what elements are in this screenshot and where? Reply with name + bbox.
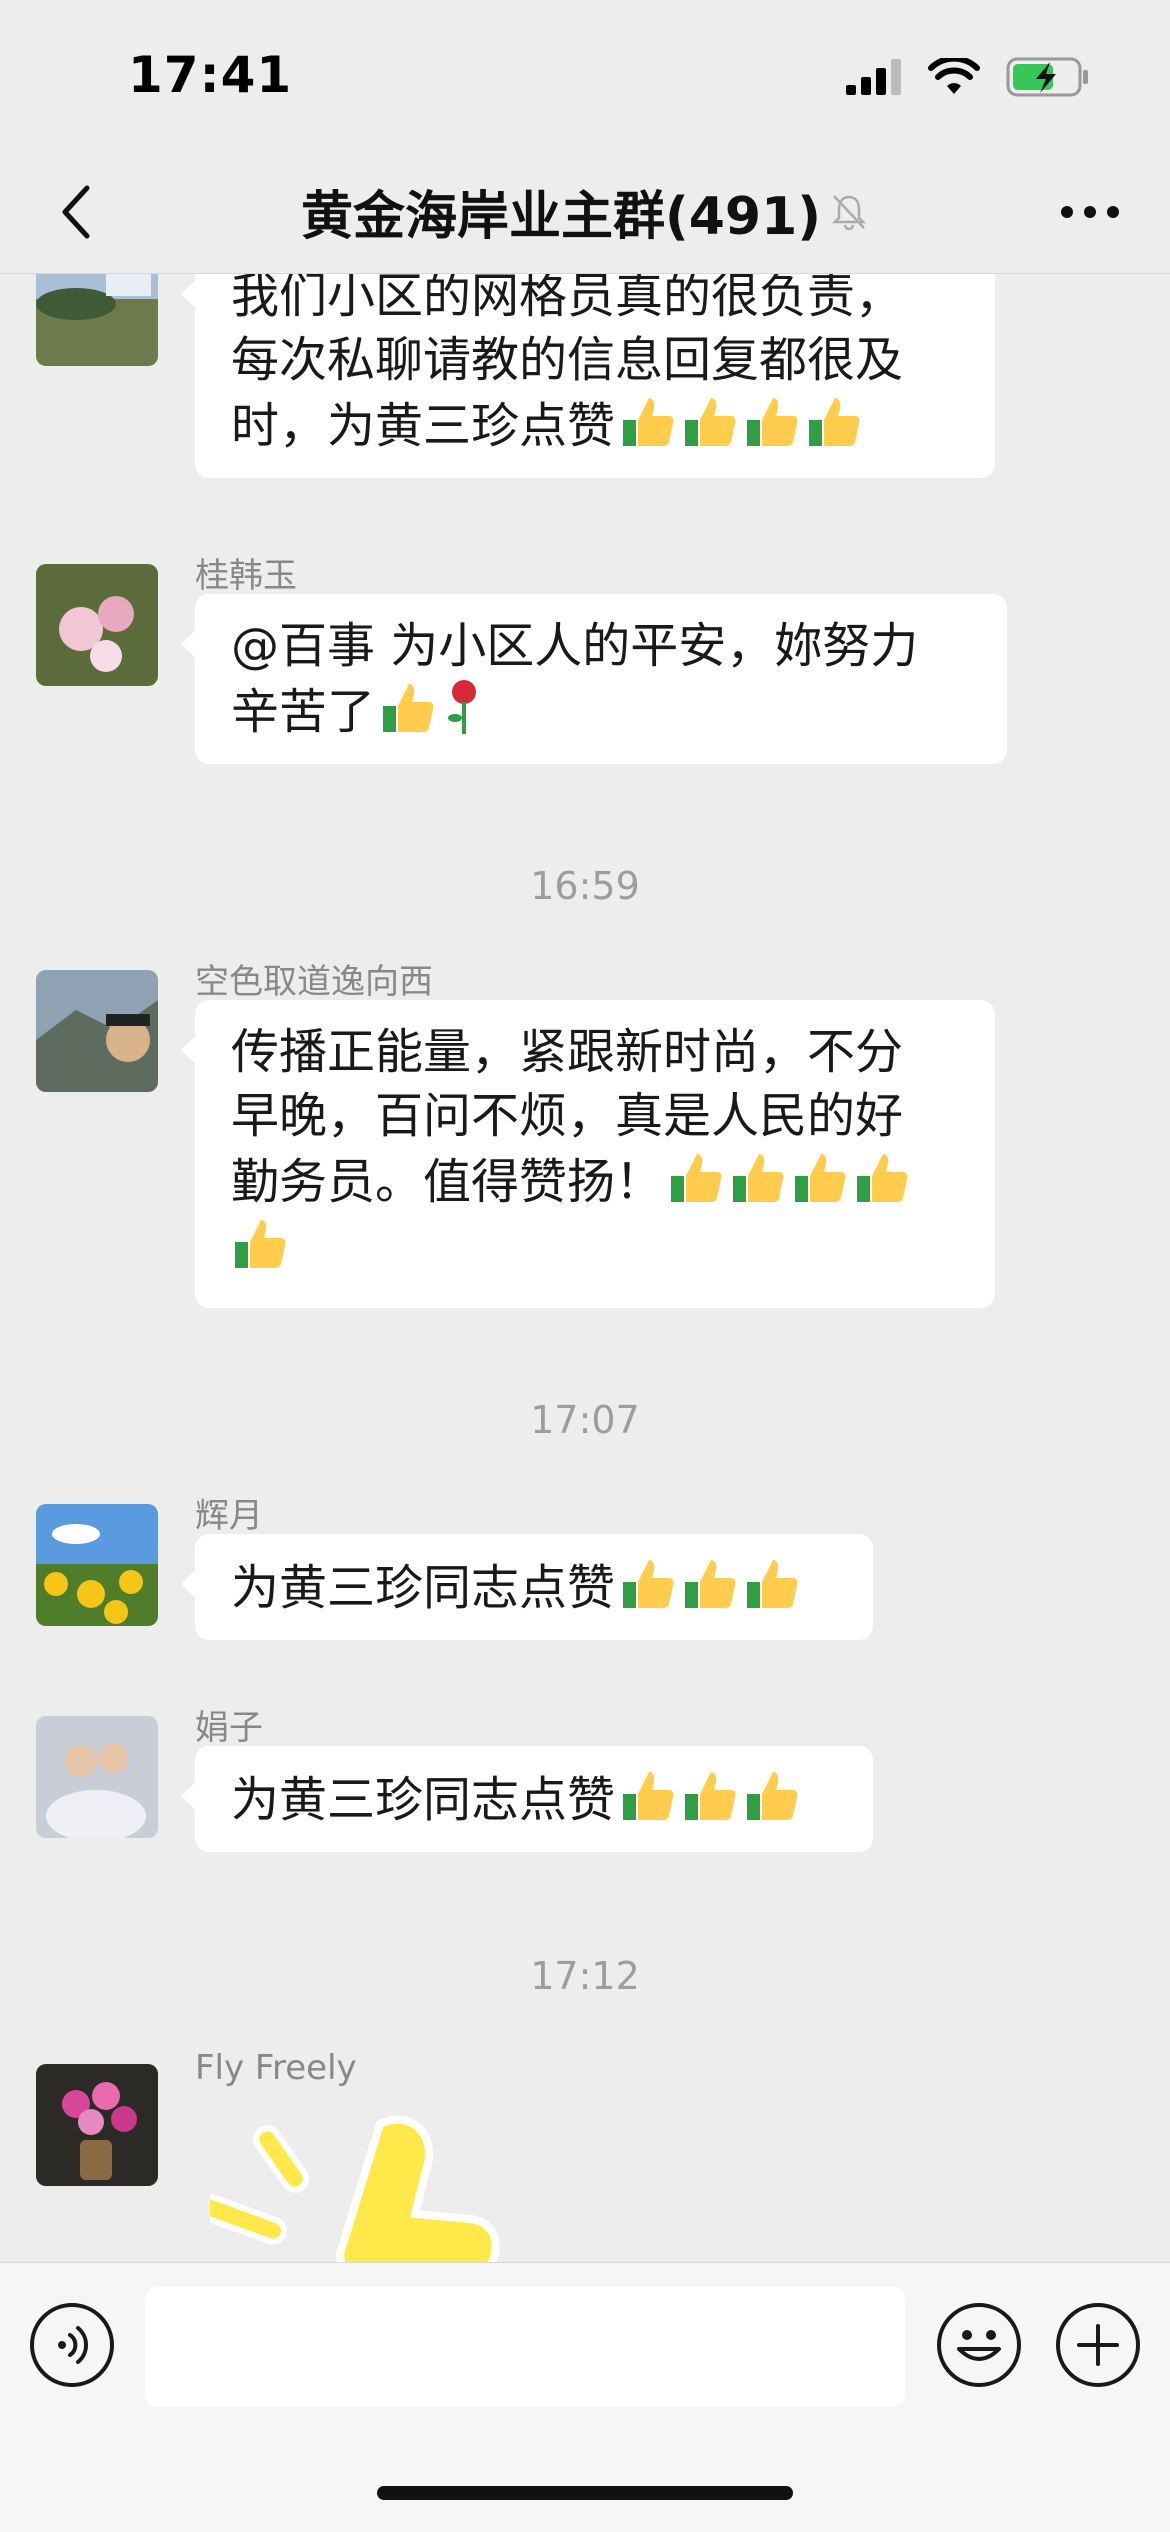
thumbs-up-icon: [747, 1772, 798, 1820]
message-line-wrap: 辛苦了: [231, 678, 971, 744]
thumbs-up-icon: [809, 398, 860, 446]
thumbs-up-icon: [733, 1154, 784, 1202]
message-bubble[interactable]: 为黄三珍同志点赞: [181, 1534, 873, 1640]
nav-bar: 黄金海岸业主群(491): [0, 150, 1170, 274]
emoji-button[interactable]: [937, 2303, 1021, 2387]
emoji-row: [619, 1766, 801, 1824]
plus-button[interactable]: [1056, 2303, 1140, 2387]
sender-name: 辉月: [195, 1496, 263, 1536]
voice-button[interactable]: [30, 2303, 114, 2387]
thumbs-up-icon: [747, 1560, 798, 1608]
emoji-row: [667, 1148, 911, 1206]
sender-name: Fly Freely: [195, 2048, 357, 2088]
emoji-line: [231, 1214, 959, 1288]
message-bubble[interactable]: 我们小区的网格员真的很负责， 每次私聊请教的信息回复都很及 时，为黄三珍点赞: [181, 274, 995, 478]
message-line-wrap: 时，为黄三珍点赞: [231, 392, 959, 458]
thumbs-up-icon: [685, 1560, 736, 1608]
avatar[interactable]: [36, 274, 158, 366]
more-dots-icon: [1061, 206, 1119, 218]
message-line-wrap: 勤务员。值得赞扬！: [231, 1148, 959, 1214]
message-line: 勤务员。值得赞扬！: [231, 1154, 664, 1210]
timestamp: 17:12: [530, 1954, 640, 1998]
status-icons: [846, 56, 1090, 98]
nav-title-wrap: 黄金海岸业主群(491): [0, 174, 1170, 249]
message-text: 为黄三珍同志点赞: [231, 1772, 616, 1828]
thumbs-up-icon: [857, 1154, 908, 1202]
chat-screen: 17:41 黄金海岸业主群(491) 我们小区的网格员真的很负责， 每次私聊请教…: [0, 0, 1170, 2532]
sender-name: 空色取道逸向西: [195, 962, 433, 1002]
group-title: 黄金海岸业主群(491): [300, 187, 822, 247]
plus-icon: [1077, 2324, 1119, 2366]
message-bubble[interactable]: 传播正能量，紧跟新时尚，不分 早晚，百问不烦，真是人民的好 勤务员。值得赞扬！: [181, 1000, 995, 1308]
avatar[interactable]: [36, 564, 158, 686]
avatar[interactable]: [36, 1716, 158, 1838]
timestamp: 17:07: [530, 1398, 640, 1442]
emoji-row: [619, 1554, 801, 1612]
message-line: 传播正能量，紧跟新时尚，不分: [231, 1024, 904, 1080]
message-bubble[interactable]: @百事 为小区人的平安，妳努力 辛苦了: [181, 594, 1007, 764]
message-line: @百事 为小区人的平安，妳努力: [231, 618, 919, 674]
wifi-icon: [928, 58, 980, 94]
smiley-icon: [957, 2330, 1001, 2361]
thumbs-up-icon: [623, 398, 674, 446]
emoji-row: [619, 392, 863, 450]
cellular-signal-icon: [846, 59, 901, 95]
thumbs-up-icon: [747, 398, 798, 446]
thumbs-up-icon: [671, 1154, 722, 1202]
thumbs-up-icon: [623, 1772, 674, 1820]
message-line: 辛苦了: [231, 684, 376, 740]
message-line: 时，为黄三珍点赞: [231, 398, 616, 454]
thumbs-up-icon: [685, 398, 736, 446]
thumbs-up-icon: [235, 1220, 286, 1268]
battery-charging-icon: [1006, 57, 1088, 97]
message-line: 早晚，百问不烦，真是人民的好: [231, 1088, 904, 1144]
message-line: 每次私聊请教的信息回复都很及: [231, 332, 904, 388]
status-bar: 17:41: [0, 0, 1170, 150]
bell-slash-icon: [832, 194, 867, 230]
avatar[interactable]: [36, 2064, 158, 2186]
home-indicator[interactable]: [377, 2486, 793, 2500]
message-bubble[interactable]: 为黄三珍同志点赞: [181, 1746, 873, 1852]
chat-area[interactable]: 我们小区的网格员真的很负责， 每次私聊请教的信息回复都很及 时，为黄三珍点赞 桂…: [0, 274, 1170, 2264]
sender-name: 桂韩玉: [195, 556, 297, 596]
timestamp: 16:59: [530, 864, 640, 908]
more-button[interactable]: [1040, 176, 1140, 248]
avatar[interactable]: [36, 1504, 158, 1626]
voice-icon: [58, 2326, 89, 2364]
rose-icon: [448, 680, 477, 734]
message-input[interactable]: [145, 2287, 905, 2407]
message-text: 为黄三珍同志点赞: [231, 1560, 616, 1616]
thumbs-up-icon: [623, 1560, 674, 1608]
thumbs-up-icon: [685, 1772, 736, 1820]
sticker[interactable]: [210, 2104, 530, 2264]
sender-name: 娟子: [195, 1708, 263, 1748]
thumbs-up-sticker-icon: [210, 2115, 500, 2264]
status-time: 17:41: [128, 46, 293, 104]
thumbs-up-icon: [795, 1154, 846, 1202]
message-line: 我们小区的网格员真的很负责，: [231, 274, 904, 324]
avatar[interactable]: [36, 970, 158, 1092]
thumbs-up-icon: [383, 684, 434, 732]
emoji-row: [379, 678, 487, 736]
